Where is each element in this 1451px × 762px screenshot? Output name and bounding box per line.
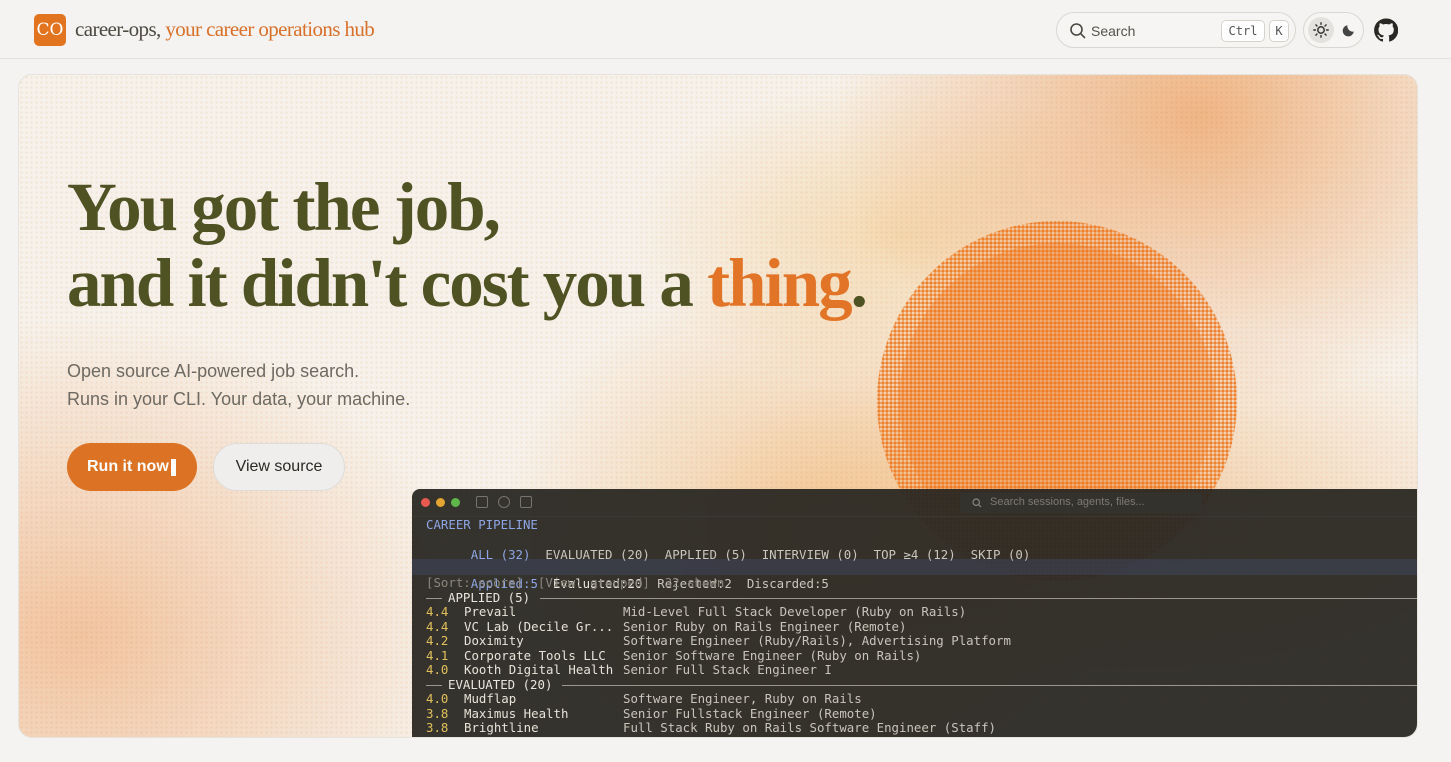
agents-icon[interactable]: [498, 496, 510, 508]
terminal-titlebar: Search sessions, agents, files...: [412, 489, 1417, 517]
view-source-button[interactable]: View source: [213, 443, 345, 491]
moon-icon: [1342, 25, 1354, 37]
search-icon: [972, 498, 982, 508]
subtitle-line-1: Open source AI-powered job search.: [67, 361, 360, 381]
brand-name: career-ops,: [75, 17, 161, 41]
hero-subtitle: Open source AI-powered job search. Runs …: [67, 357, 410, 413]
pipeline-title: CAREER PIPELINE: [426, 517, 538, 532]
row-score: 4.0: [426, 662, 449, 677]
row-score: 4.0: [426, 691, 449, 706]
hero-headline: You got the job, and it didn't cost you …: [67, 169, 868, 321]
window-minimize-button[interactable]: [436, 498, 445, 507]
group-rule-right: [540, 598, 1417, 599]
table-row[interactable]: 4.0 Mudflap Software Engineer, Ruby on Rai…: [426, 691, 862, 707]
headline-accent-word: thing: [707, 245, 852, 321]
tab-skip[interactable]: SKIP (0): [971, 547, 1031, 562]
dark-theme-button[interactable]: [1338, 19, 1360, 41]
row-score: 3.8: [426, 720, 449, 735]
group-rule-left: [426, 598, 442, 599]
terminal-search-input[interactable]: Search sessions, agents, files...: [960, 493, 1202, 513]
row-role: Full Stack Ruby on Rails Software Engine…: [623, 720, 996, 735]
brand-tagline: your career operations hub: [160, 17, 375, 41]
row-role: Mid-Level Full Stack Developer (Ruby on …: [623, 604, 967, 619]
tab-applied[interactable]: APPLIED (5): [665, 547, 747, 562]
grid-icon[interactable]: [520, 496, 532, 508]
hero-section: You got the job, and it didn't cost you …: [18, 74, 1418, 738]
sort-view-line: [Sort: score] [View: grouped] 32 shown: [426, 575, 725, 590]
tab-top[interactable]: TOP ≥4 (12): [874, 547, 956, 562]
tab-interview[interactable]: INTERVIEW (0): [762, 547, 859, 562]
group-rule-left: [426, 685, 442, 686]
run-it-now-label: Run it now: [87, 458, 169, 475]
row-company: Mudflap: [464, 691, 517, 706]
top-navbar: CO career-ops, your career operations hu…: [0, 0, 1451, 59]
row-company: Kooth Digital Health: [464, 662, 614, 677]
table-row[interactable]: 3.8 Brightline Full Stack Ruby on Rails So…: [426, 720, 996, 736]
terminal-search-placeholder: Search sessions, agents, files...: [990, 496, 1145, 508]
row-role: Senior Full Stack Engineer I: [623, 662, 832, 677]
window-maximize-button[interactable]: [451, 498, 460, 507]
brand-title[interactable]: career-ops, your career operations hub: [75, 17, 375, 42]
window-close-button[interactable]: [421, 498, 430, 507]
sun-icon: [1313, 22, 1329, 38]
subtitle-line-2: Runs in your CLI. Your data, your machin…: [67, 389, 411, 409]
stat-discarded: Discarded:5: [746, 575, 829, 591]
headline-period: .: [850, 245, 868, 321]
headline-line-2: and it didn't cost you a: [67, 245, 708, 321]
row-score: 4.2: [426, 633, 449, 648]
search-icon: [1070, 23, 1086, 39]
sidebar-toggle-icon[interactable]: [476, 496, 488, 508]
theme-toggle[interactable]: [1303, 12, 1364, 48]
row-role: Software Engineer (Ruby/Rails), Advertis…: [623, 633, 1011, 648]
run-it-now-button[interactable]: Run it now: [67, 443, 197, 491]
group-rule-right: [562, 685, 1417, 686]
search-button[interactable]: Search Ctrl K: [1056, 12, 1296, 48]
row-role: Software Engineer, Ruby on Rails: [623, 691, 862, 706]
row-company: Brightline: [464, 720, 539, 735]
row-company: Doximity: [464, 633, 524, 648]
terminal-window: Search sessions, agents, files... CAREER…: [412, 489, 1417, 737]
headline-line-1: You got the job,: [67, 169, 501, 245]
table-row[interactable]: 4.4 Prevail Mid-Level Full Stack Developer…: [426, 604, 966, 620]
table-row[interactable]: 4.0 Kooth Digital Health Senior Full Stack…: [426, 662, 832, 678]
logo-badge[interactable]: CO: [34, 14, 66, 46]
tab-all[interactable]: ALL (32): [471, 547, 531, 562]
tab-evaluated[interactable]: EVALUATED (20): [545, 547, 649, 562]
cursor-block-icon: [171, 459, 176, 476]
table-row[interactable]: 4.2 Doximity Software Engineer (Ruby/Rails…: [426, 633, 1011, 649]
light-theme-button[interactable]: [1308, 17, 1334, 43]
github-icon[interactable]: [1374, 18, 1398, 42]
row-score: 4.4: [426, 604, 449, 619]
shortcut-ctrl-key: Ctrl: [1221, 20, 1265, 42]
shortcut-k-key: K: [1269, 20, 1289, 42]
search-placeholder: Search: [1091, 23, 1136, 39]
row-company: Prevail: [464, 604, 517, 619]
